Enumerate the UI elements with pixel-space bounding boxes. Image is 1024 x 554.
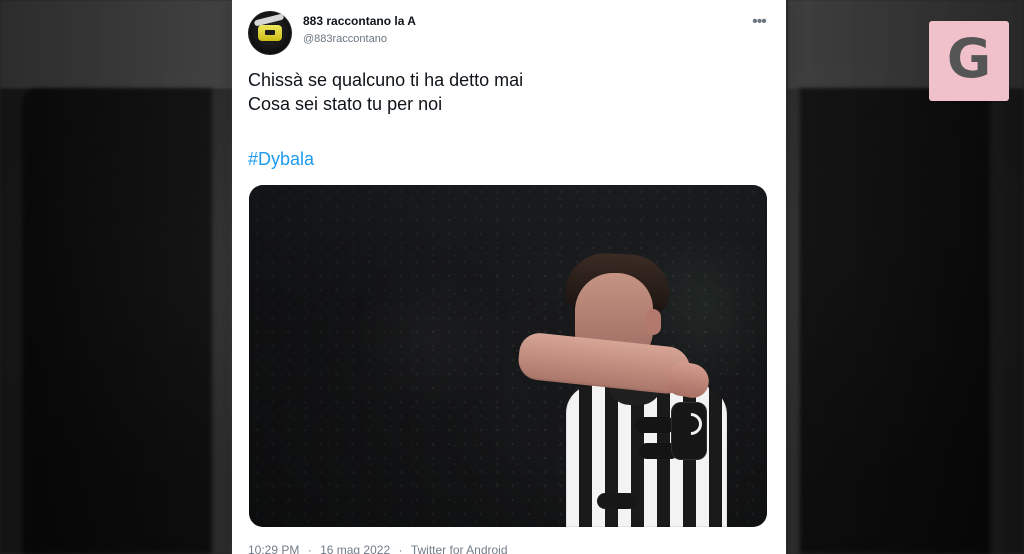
tweet-header: 883 raccontano la A @883raccontano ••• — [248, 11, 770, 57]
account-handle[interactable]: @883raccontano — [303, 33, 387, 45]
tweet-line-2: Cosa sei stato tu per noi — [248, 94, 443, 114]
more-options-icon[interactable]: ••• — [748, 13, 770, 31]
watermark-letter: G — [946, 27, 992, 90]
player-illustration — [516, 249, 727, 527]
sleeve-logo-icon — [675, 408, 707, 440]
tweet-date: 16 mag 2022 — [320, 543, 391, 554]
player-arm — [516, 331, 693, 396]
player-ear — [645, 309, 661, 335]
screen: G 883 raccontano la A @883raccontano •••… — [0, 0, 1024, 554]
avatar[interactable] — [248, 11, 292, 55]
avatar-icon — [258, 25, 282, 41]
tweet-separator-1: · — [307, 543, 312, 554]
watermark-badge: G — [929, 21, 1009, 101]
sleeve-badge — [671, 402, 707, 460]
tweet-footer-meta: 10:29 PM · 16 mag 2022 · Twitter for And… — [248, 543, 508, 554]
background-dark-panel-right — [800, 88, 990, 554]
background-dark-panel-left — [22, 88, 212, 554]
hashtag-link[interactable]: #Dybala — [248, 147, 314, 171]
account-name[interactable]: 883 raccontano la A — [303, 14, 416, 28]
tweet-text: Chissà se qualcuno ti ha detto mai Cosa … — [248, 68, 768, 116]
background-left-panel — [0, 0, 236, 554]
tweet-line-1: Chissà se qualcuno ti ha detto mai — [248, 70, 524, 90]
tweet-separator-2: · — [398, 543, 403, 554]
tweet-card: 883 raccontano la A @883raccontano ••• C… — [232, 0, 786, 554]
tweet-time: 10:29 PM — [248, 543, 300, 554]
tweet-source[interactable]: Twitter for Android — [411, 543, 508, 554]
tweet-photo[interactable] — [249, 185, 767, 527]
